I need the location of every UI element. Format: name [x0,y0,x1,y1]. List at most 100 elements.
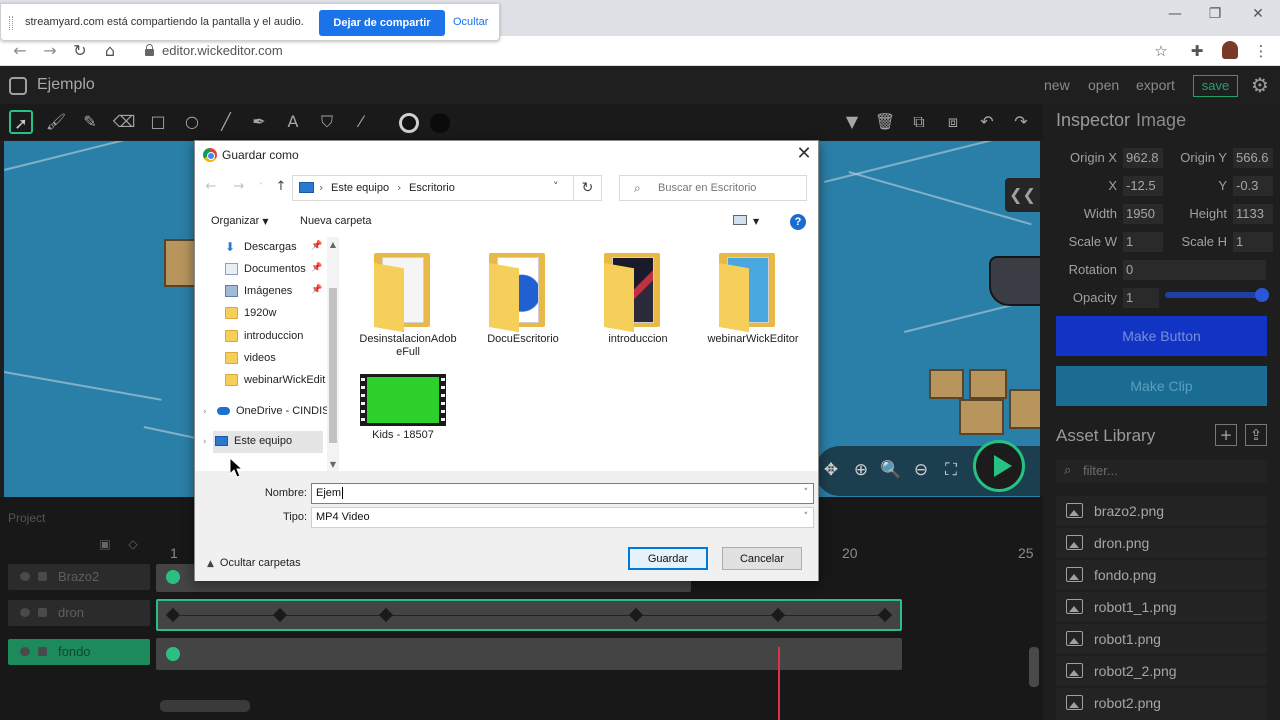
back-icon[interactable]: ← [203,179,219,195]
list-item[interactable]: DocuEscritorio [473,239,573,359]
eye-icon[interactable] [20,608,30,617]
recenter-icon[interactable]: ⊕ [849,458,873,482]
organize-button[interactable]: Organizar ▼ [211,215,269,227]
fit-screen-icon[interactable]: ⛶ [939,458,963,482]
home-icon[interactable]: ⌂ [100,41,120,61]
delete-icon[interactable]: 🗑 [873,110,897,134]
line-tool-icon[interactable]: ╱ [214,110,238,134]
keyframe-dot[interactable] [166,570,180,584]
origin-y-field[interactable]: 566.6 [1233,148,1273,168]
cursor-tool-icon[interactable]: ➚ [9,110,33,134]
save-button[interactable]: save [1193,75,1238,97]
lock-icon[interactable] [38,608,47,617]
opacity-slider[interactable] [1165,288,1269,302]
asset-item[interactable]: robot1.png [1056,624,1267,654]
nav-item-onedrive[interactable]: OneDrive - CINDIS [215,401,327,423]
undo-icon[interactable]: ↶ [975,110,999,134]
asset-item[interactable]: robot2.png [1056,688,1267,720]
ellipse-tool-icon[interactable]: ○ [180,110,204,134]
make-button-button[interactable]: Make Button [1056,316,1267,356]
new-menu[interactable]: new [1044,77,1070,93]
fill-bucket-icon[interactable]: ⛉ [315,110,339,134]
import-asset-icon[interactable]: ⇪ [1245,424,1267,446]
chevron-down-icon[interactable]: ˅ [553,180,559,193]
refresh-icon[interactable]: ↻ [573,175,601,201]
close-window-icon[interactable]: ✕ [1243,4,1273,24]
keyframe-dot[interactable] [166,647,180,661]
help-icon[interactable]: ? [790,214,806,230]
redo-icon[interactable]: ↷ [1009,110,1033,134]
asset-item[interactable]: fondo.png [1056,560,1267,590]
address-bar[interactable]: editor.wickeditor.com [162,43,283,58]
breadcrumb-item[interactable]: Este equipo [331,182,389,194]
project-title[interactable]: Ejemplo [37,76,95,94]
lock-icon[interactable] [38,572,47,581]
text-tool-icon[interactable]: A [281,110,305,134]
path-tool-icon[interactable]: ✒ [247,110,271,134]
eye-icon[interactable] [20,572,30,581]
nav-item-imagenes[interactable]: Imágenes 📌 [223,281,338,303]
opacity-field[interactable]: 1 [1123,288,1159,308]
list-item[interactable]: DesinstalacionAdobeFull [358,239,458,359]
project-label[interactable]: Project [8,511,45,525]
nav-item-1920w[interactable]: 1920w [223,303,338,325]
paste-icon[interactable]: ⧈ [941,110,965,134]
rectangle-tool-icon[interactable]: □ [146,110,170,134]
nav-item-descargas[interactable]: ⬇ Descargas 📌 [223,237,338,259]
drag-grip-icon[interactable] [9,16,13,30]
file-type-select[interactable]: MP4 Video ˅ [311,507,814,528]
export-menu[interactable]: export [1136,77,1175,93]
nav-item-este-equipo[interactable]: Este equipo [213,431,323,453]
height-field[interactable]: 1133 [1233,204,1273,224]
open-menu[interactable]: open [1088,77,1119,93]
y-field[interactable]: -0.3 [1233,176,1273,196]
nav-item-documentos[interactable]: Documentos 📌 [223,259,338,281]
forward-icon[interactable]: → [231,179,247,195]
fill-color-swatch[interactable] [399,113,419,133]
up-icon[interactable]: ↑ [273,179,289,195]
chevron-down-icon[interactable]: ▼ [753,217,759,226]
add-tween-icon[interactable]: ◇ [124,535,142,553]
asset-item[interactable]: dron.png [1056,528,1267,558]
layer-row[interactable]: fondo [8,639,150,665]
reload-icon[interactable]: ↻ [70,41,90,61]
chevron-right-icon[interactable]: › [203,407,207,417]
cancel-button[interactable]: Cancelar [722,547,802,570]
restore-icon[interactable]: ❐ [1200,4,1230,24]
view-options-icon[interactable] [733,215,747,225]
eyedropper-icon[interactable]: ⁄ [349,110,373,134]
scroll-up-icon[interactable]: ▲ [327,237,339,253]
copy-icon[interactable]: ⧉ [907,110,931,134]
asset-item[interactable]: robot2_2.png [1056,656,1267,686]
rotation-field[interactable]: 0 [1123,260,1266,280]
nav-item-introduccion[interactable]: introduccion [223,326,338,348]
add-layer-icon[interactable]: ▣ [96,535,114,553]
collapse-panel-icon[interactable]: ❮❮ [1005,178,1040,212]
pencil-tool-icon[interactable]: ✎ [78,110,102,134]
timeline-scrollbar-horizontal[interactable] [160,700,250,712]
chevron-down-icon[interactable]: ▼ [840,110,864,134]
make-clip-button[interactable]: Make Clip [1056,366,1267,406]
play-button[interactable] [973,440,1025,492]
menu-kebab-icon[interactable]: ⋮ [1252,42,1270,60]
bookmark-star-icon[interactable]: ☆ [1152,42,1170,60]
scale-h-field[interactable]: 1 [1233,232,1273,252]
search-input[interactable]: ⌕ Buscar en Escritorio [619,175,807,201]
nav-item-webinarwickedit[interactable]: webinarWickEdit [223,370,338,392]
eraser-tool-icon[interactable]: ⌫ [112,110,136,134]
layer-row[interactable]: dron [8,600,150,626]
breadcrumb[interactable]: › Este equipo › Escritorio ˅ ↻ [292,175,602,201]
playhead[interactable] [778,647,780,720]
zoom-out-icon[interactable]: ⊖ [909,458,933,482]
gear-icon[interactable]: ⚙ [1249,74,1271,96]
asset-filter-input[interactable]: ⌕ filter... [1056,460,1267,482]
add-asset-icon[interactable]: + [1215,424,1237,446]
back-icon[interactable]: ← [10,41,30,61]
chevron-down-icon[interactable]: ˅ [253,179,269,195]
hide-banner-link[interactable]: Ocultar [453,16,488,28]
timeline-scrollbar-vertical[interactable] [1029,647,1039,687]
pan-icon[interactable]: ✥ [819,458,843,482]
list-item[interactable]: introduccion [588,239,688,359]
breadcrumb-item[interactable]: Escritorio [409,182,455,194]
forward-icon[interactable]: → [40,41,60,61]
